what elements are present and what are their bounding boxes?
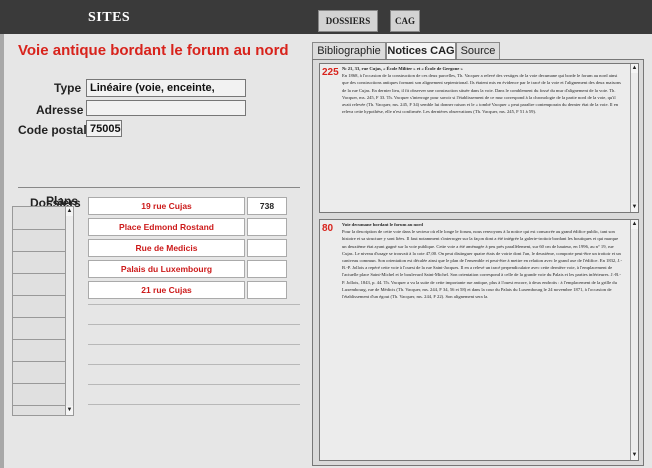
dossier-row[interactable]: Place Edmond Rostand [88, 218, 300, 236]
scroll-down-icon[interactable]: ▼ [631, 451, 638, 460]
scroll-up-icon[interactable]: ▲ [631, 64, 638, 73]
plans-row [13, 383, 67, 384]
notice-text: Voie decumane bordant le forum au nord P… [342, 221, 622, 459]
plans-row [13, 251, 67, 252]
dossier-row[interactable]: Rue de Medicis [88, 239, 300, 257]
notice-body: En 1868, à l'occasion de la construction… [342, 73, 621, 115]
scroll-up-icon[interactable]: ▲ [631, 220, 638, 229]
plans-list[interactable]: ▲ ▼ [12, 206, 74, 416]
plans-row [13, 317, 67, 318]
tab-bibliographie[interactable]: Bibliographie [312, 42, 386, 60]
grid-line [88, 384, 300, 385]
type-label: Type [54, 81, 82, 95]
dossiers-button[interactable]: DOSSIERS [318, 10, 378, 32]
dossier-number [247, 281, 287, 299]
notices-panel: 225 № 21, 33, rue Cujas, « École Militer… [312, 59, 644, 466]
top-bar: SITES DOSSIERS CAG [0, 0, 652, 34]
code-postal-label: Code postal [18, 123, 87, 137]
notice-scrollbar[interactable]: ▲ ▼ [630, 220, 638, 460]
notice-number: 80 [322, 223, 334, 234]
plans-row [13, 273, 67, 274]
plans-row [13, 339, 67, 340]
divider [18, 187, 300, 188]
notice-body: Pour la description de cette voie dans l… [342, 229, 622, 300]
plans-row [13, 229, 67, 230]
dossier-number [247, 239, 287, 257]
tab-source[interactable]: Source [456, 42, 500, 60]
app-title: SITES [88, 10, 131, 25]
scroll-up-icon[interactable]: ▲ [66, 207, 73, 216]
dossier-row[interactable]: 19 rue Cujas 738 [88, 197, 300, 215]
dossier-name[interactable]: Palais du Luxembourg [88, 260, 245, 278]
plans-rows [13, 207, 67, 415]
scroll-down-icon[interactable]: ▼ [66, 406, 73, 415]
grid-line [88, 404, 300, 405]
notice-item: 80 Voie decumane bordant le forum au nor… [319, 219, 639, 461]
grid-line [88, 344, 300, 345]
notice-text: № 21, 33, rue Cujas, « École Militer » e… [342, 65, 622, 211]
dossier-row[interactable]: 21 rue Cujas [88, 281, 300, 299]
cag-button[interactable]: CAG [390, 10, 420, 32]
dossier-name[interactable]: 21 rue Cujas [88, 281, 245, 299]
grid-line [88, 364, 300, 365]
grid-line [88, 324, 300, 325]
dossier-name[interactable]: Place Edmond Rostand [88, 218, 245, 236]
plans-row [13, 405, 67, 406]
notice-item: 225 № 21, 33, rue Cujas, « École Militer… [319, 63, 639, 213]
dossier-number [247, 260, 287, 278]
plans-row [13, 295, 67, 296]
notice-heading: № 21, 33, rue Cujas, « École Militer » e… [342, 66, 463, 71]
code-postal-field[interactable]: 75005 [86, 120, 122, 137]
dossier-name[interactable]: 19 rue Cujas [88, 197, 245, 215]
dossier-name[interactable]: Rue de Medicis [88, 239, 245, 257]
dossier-row[interactable]: Palais du Luxembourg [88, 260, 300, 278]
dossier-number [247, 218, 287, 236]
notice-scrollbar[interactable]: ▲ ▼ [630, 64, 638, 212]
notice-number: 225 [322, 67, 339, 78]
dossier-number: 738 [247, 197, 287, 215]
page-title: Voie antique bordant le forum au nord [18, 42, 289, 59]
plans-row [13, 361, 67, 362]
adresse-label: Adresse [36, 103, 84, 117]
adresse-field[interactable] [86, 100, 246, 116]
type-field[interactable]: Linéaire (voie, enceinte, [86, 79, 246, 97]
scroll-down-icon[interactable]: ▼ [631, 203, 638, 212]
plans-scrollbar[interactable]: ▲ ▼ [65, 207, 73, 415]
notice-heading: Voie decumane bordant le forum au nord [342, 222, 423, 227]
main-panel: Voie antique bordant le forum au nord Ty… [4, 34, 652, 468]
grid-line [88, 304, 300, 305]
